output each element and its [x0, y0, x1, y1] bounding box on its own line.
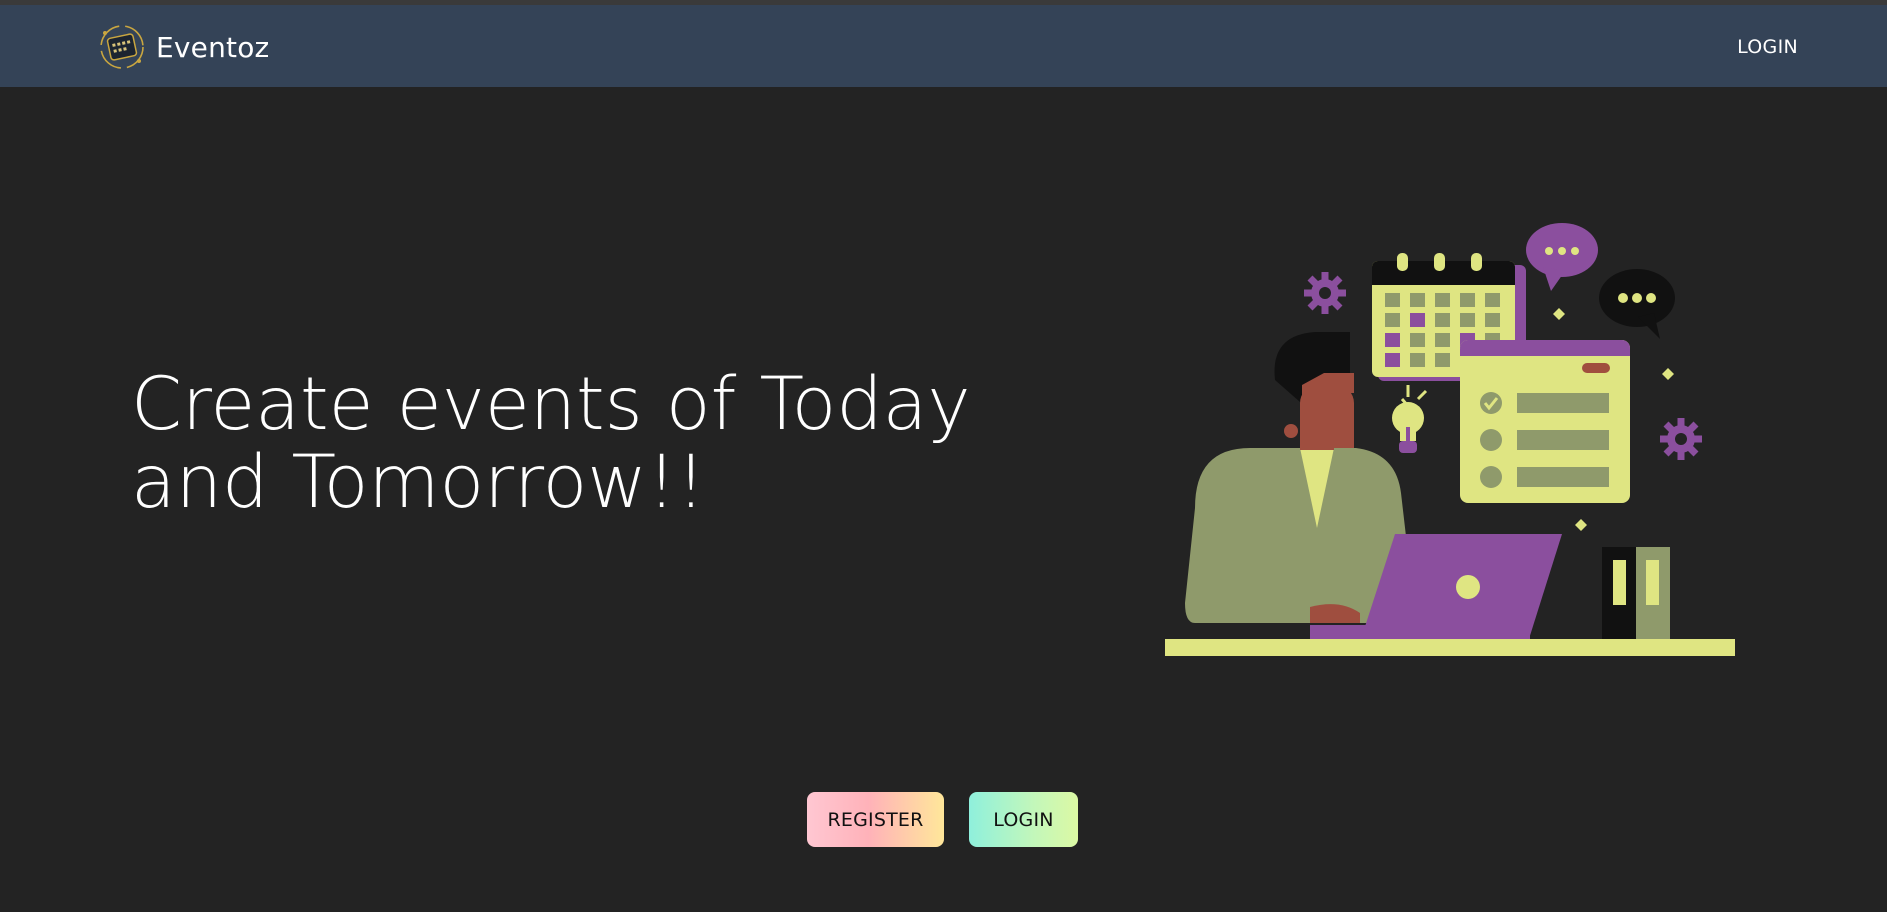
chat-bubble-icon — [1599, 269, 1675, 339]
login-button[interactable]: LOGIN — [969, 792, 1078, 847]
eventoz-logo-icon — [100, 25, 144, 69]
register-button[interactable]: REGISTER — [807, 792, 944, 847]
brand-name: Eventoz — [156, 30, 270, 64]
desk-surface — [1165, 639, 1735, 656]
gear-icon — [1660, 418, 1702, 460]
lightbulb-icon — [1392, 385, 1428, 453]
top-navbar: Eventoz LOGIN — [0, 5, 1887, 87]
nav-login-link[interactable]: LOGIN — [1737, 36, 1798, 58]
hero-title: Create events of Today and Tomorrow!! — [131, 362, 971, 525]
gear-icon — [1304, 272, 1346, 314]
brand-link[interactable]: Eventoz — [98, 23, 269, 71]
checklist-icon — [1460, 340, 1630, 503]
chat-bubble-icon — [1526, 223, 1598, 291]
binders-icon — [1602, 547, 1670, 642]
events-illustration — [1165, 223, 1735, 656]
